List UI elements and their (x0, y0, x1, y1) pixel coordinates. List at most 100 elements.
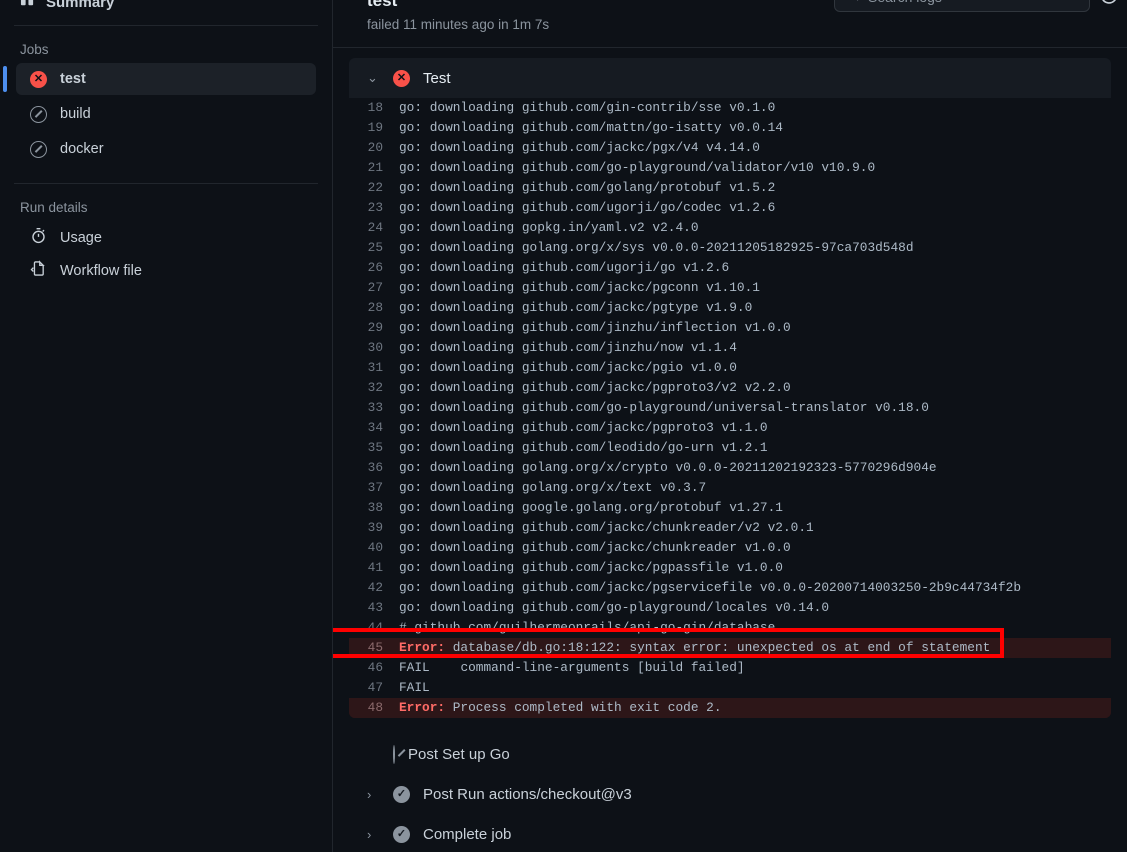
chevron-down-icon[interactable]: ⌄ (367, 70, 380, 86)
log-line-text: go: downloading github.com/jackc/pgproto… (399, 420, 768, 435)
sidebar-item-workflow-file-label: Workflow file (60, 262, 142, 279)
log-line: 46 FAIL command-line-arguments [build fai… (349, 658, 1111, 678)
job-status-line: failed 11 minutes ago in 1m 7s (367, 17, 550, 32)
log-line-number: 20 (367, 140, 383, 155)
log-line: 35 go: downloading github.com/leodido/go-… (349, 438, 1111, 458)
log-line-number: 34 (367, 420, 383, 435)
log-line-number: 42 (367, 580, 383, 595)
log-line-number: 22 (367, 180, 383, 195)
chevron-right-icon[interactable]: › (367, 827, 380, 842)
sidebar-item-build[interactable]: build (16, 98, 316, 130)
refresh-icon[interactable] (1098, 0, 1120, 7)
failure-x-icon: ✕ (393, 69, 410, 87)
log-line-text: go: downloading golang.org/x/sys v0.0.0-… (399, 240, 914, 255)
step-header-test[interactable]: ⌄ ✕ Test (349, 58, 1111, 98)
log-line: 19 go: downloading github.com/mattn/go-is… (349, 118, 1111, 138)
step-name: Test (423, 69, 451, 87)
log-output[interactable]: 18 go: downloading github.com/gin-contrib… (349, 98, 1111, 718)
post-step-label: Post Set up Go (408, 745, 510, 763)
post-step-complete-job[interactable]: › ✓ Complete job (349, 814, 1127, 852)
log-line-text: go: downloading github.com/jinzhu/now v1… (399, 340, 737, 355)
log-line: 23 go: downloading github.com/ugorji/go/c… (349, 198, 1111, 218)
search-input[interactable] (868, 0, 1079, 5)
job-header: test failed 11 minutes ago in 1m 7s (333, 0, 1127, 47)
log-line-text: go: downloading github.com/gin-contrib/s… (399, 100, 776, 115)
log-line-text: Error: Process completed with exit code … (399, 700, 722, 715)
log-line-number: 41 (367, 560, 383, 575)
log-line-number: 31 (367, 360, 383, 375)
log-line-text: # github.com/guilhermeonrails/api-go-gin… (399, 620, 776, 635)
log-line-number: 48 (367, 700, 383, 715)
log-line-text: go: downloading gopkg.in/yaml.v2 v2.4.0 (399, 220, 699, 235)
sidebar-item-usage[interactable]: Usage (16, 221, 316, 254)
log-line-number: 45 (367, 640, 383, 655)
log-line: 29 go: downloading github.com/jinzhu/infl… (349, 318, 1111, 338)
log-line: 26 go: downloading github.com/ugorji/go v… (349, 258, 1111, 278)
log-line-text: go: downloading github.com/jackc/pgproto… (399, 380, 791, 395)
sidebar-item-usage-label: Usage (60, 229, 102, 246)
header-divider (333, 47, 1127, 48)
log-line: 33 go: downloading github.com/go-playgrou… (349, 398, 1111, 418)
search-icon (845, 0, 860, 7)
log-line-text: go: downloading github.com/jackc/pgservi… (399, 580, 1022, 595)
log-line-number: 46 (367, 660, 383, 675)
sidebar-item-summary[interactable]: Summary (0, 0, 332, 11)
log-line-text: go: downloading github.com/go-playground… (399, 400, 929, 415)
log-line: 47 FAIL (349, 678, 1111, 698)
sidebar-item-docker-label: docker (60, 141, 104, 157)
log-line-text: go: downloading github.com/jackc/chunkre… (399, 520, 814, 535)
log-line-text: go: downloading github.com/go-playground… (399, 600, 830, 615)
log-line: 36 go: downloading golang.org/x/crypto v0… (349, 458, 1111, 478)
log-line: 20 go: downloading github.com/jackc/pgx/v… (349, 138, 1111, 158)
log-line-text: go: downloading google.golang.org/protob… (399, 500, 783, 515)
log-line-text: go: downloading github.com/ugorji/go v1.… (399, 260, 730, 275)
log-line: 48 Error: Process completed with exit cod… (349, 698, 1111, 718)
failure-x-icon: ✕ (30, 70, 47, 88)
log-line: 34 go: downloading github.com/jackc/pgpro… (349, 418, 1111, 438)
chevron-right-icon[interactable]: › (367, 787, 380, 802)
post-step-post-set-up-go[interactable]: Post Set up Go (349, 734, 1127, 774)
skipped-icon (30, 140, 47, 158)
log-line-number: 36 (367, 460, 383, 475)
log-line-number: 47 (367, 680, 383, 695)
sidebar-item-test[interactable]: ✕ test (3, 63, 316, 95)
log-line-number: 23 (367, 200, 383, 215)
log-line-number: 25 (367, 240, 383, 255)
log-line-number: 35 (367, 440, 383, 455)
success-check-icon: ✓ (393, 825, 410, 843)
log-line-text: go: downloading github.com/golang/protob… (399, 180, 776, 195)
skipped-icon (393, 744, 395, 764)
search-logs-box[interactable] (834, 0, 1090, 12)
sidebar-item-docker[interactable]: docker (16, 133, 316, 165)
sidebar-item-summary-label: Summary (46, 0, 115, 11)
success-check-icon: ✓ (393, 785, 410, 803)
log-line-text: go: downloading github.com/ugorji/go/cod… (399, 200, 776, 215)
log-line: 38 go: downloading google.golang.org/prot… (349, 498, 1111, 518)
log-line: 24 go: downloading gopkg.in/yaml.v2 v2.4.… (349, 218, 1111, 238)
log-line-text: go: downloading github.com/jackc/pgtype … (399, 300, 753, 315)
search-logs-wrap (834, 0, 1116, 12)
sidebar-item-workflow-file[interactable]: Workflow file (16, 254, 316, 287)
log-line-number: 18 (367, 100, 383, 115)
sidebar-run-details-title: Run details (20, 200, 88, 215)
sidebar-item-test-label: test (60, 71, 86, 87)
stopwatch-icon (30, 227, 47, 248)
log-line: 28 go: downloading github.com/jackc/pgtyp… (349, 298, 1111, 318)
log-line-text: go: downloading github.com/leodido/go-ur… (399, 440, 768, 455)
post-step-post-run-checkout[interactable]: › ✓ Post Run actions/checkout@v3 (349, 774, 1127, 814)
log-line-number: 30 (367, 340, 383, 355)
sidebar-jobs-title: Jobs (20, 42, 49, 57)
log-panel: ⌄ ✕ Test 18 go: downloading github.com/gi… (349, 58, 1111, 718)
log-line-text: FAIL command-line-arguments [build faile… (399, 660, 745, 675)
log-line-number: 29 (367, 320, 383, 335)
log-line: 43 go: downloading github.com/go-playgrou… (349, 598, 1111, 618)
log-line: 44 # github.com/guilhermeonrails/api-go-g… (349, 618, 1111, 638)
main-content: test failed 11 minutes ago in 1m 7s Sear… (333, 0, 1127, 852)
log-line-number: 28 (367, 300, 383, 315)
log-line: 41 go: downloading github.com/jackc/pgpas… (349, 558, 1111, 578)
log-line-text: go: downloading golang.org/x/crypto v0.0… (399, 460, 937, 475)
log-line: 40 go: downloading github.com/jackc/chunk… (349, 538, 1111, 558)
log-line-number: 38 (367, 500, 383, 515)
log-line-text: go: downloading github.com/jackc/pgx/v4 … (399, 140, 760, 155)
log-line: 27 go: downloading github.com/jackc/pgcon… (349, 278, 1111, 298)
